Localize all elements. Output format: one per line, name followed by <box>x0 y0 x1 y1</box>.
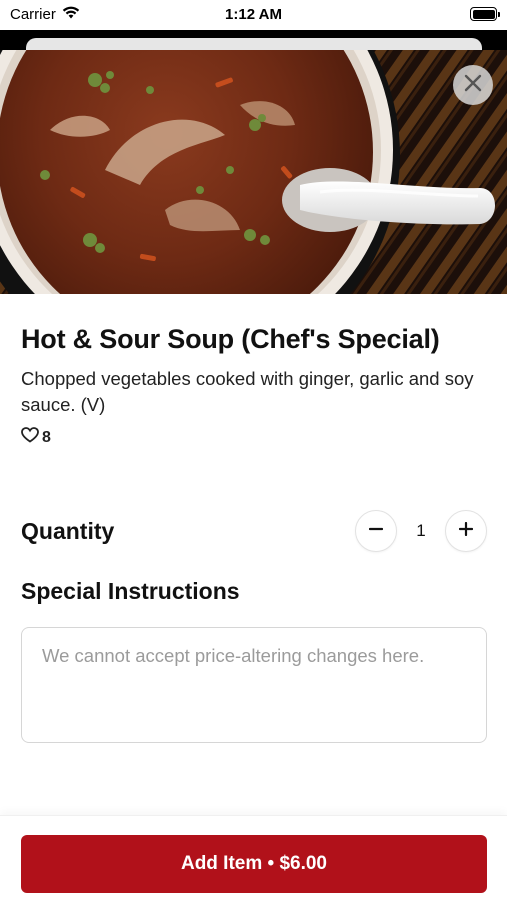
plus-icon <box>458 521 474 541</box>
quantity-value: 1 <box>416 521 426 540</box>
like-count: 8 <box>42 428 51 446</box>
decrement-button[interactable] <box>355 510 397 552</box>
add-item-button[interactable]: Add Item • $6.00 <box>21 835 487 893</box>
item-info: Hot & Sour Soup (Chef's Special) Chopped… <box>21 324 487 448</box>
close-icon <box>463 73 483 98</box>
heart-icon <box>21 427 39 448</box>
item-title: Hot & Sour Soup (Chef's Special) <box>21 324 440 354</box>
footer-bar: Add Item • $6.00 <box>0 815 507 900</box>
status-bar: Carrier 1:12 AM <box>0 0 507 30</box>
quantity-stepper: 1 <box>355 510 487 552</box>
increment-button[interactable] <box>445 510 487 552</box>
item-photo <box>0 50 507 294</box>
quantity-row: Quantity 1 <box>21 510 487 552</box>
minus-icon <box>368 522 384 541</box>
special-instructions-label: Special Instructions <box>21 578 240 604</box>
item-detail-sheet: Hot & Sour Soup (Chef's Special) Chopped… <box>0 50 507 900</box>
special-instructions-input[interactable] <box>21 627 487 743</box>
battery-icon <box>470 7 500 21</box>
status-time: 1:12 AM <box>225 6 282 23</box>
quantity-label: Quantity <box>21 518 115 544</box>
item-description: Chopped vegetables cooked with ginger, g… <box>21 368 474 415</box>
like-counter[interactable]: 8 <box>21 427 487 448</box>
close-button[interactable] <box>453 65 493 105</box>
